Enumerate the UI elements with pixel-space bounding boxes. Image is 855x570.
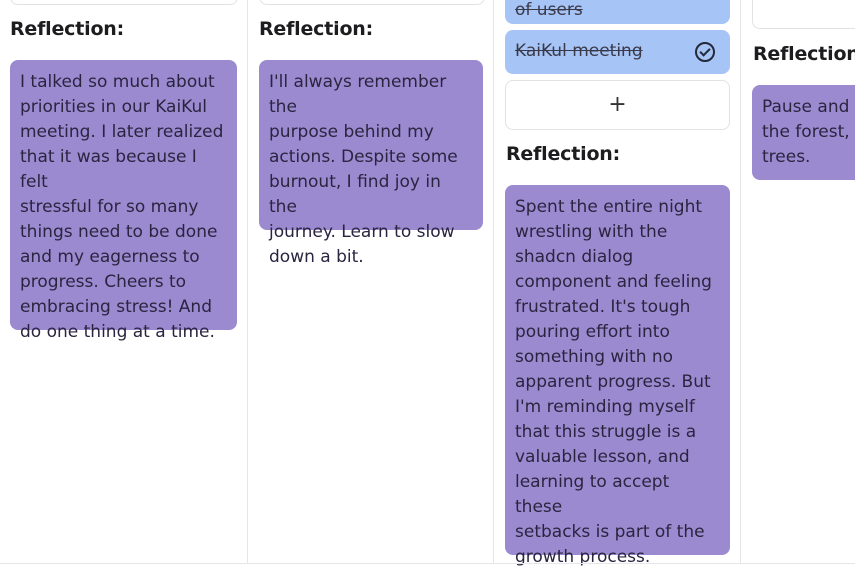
add-task-button[interactable]: + (505, 80, 730, 130)
reflection-heading: Reflection: (506, 143, 621, 165)
day-column-2: Reflection: I'll always remember the pur… (248, 0, 494, 564)
day-column-1: Reflection: I talked so much about prior… (0, 0, 248, 564)
reflection-heading: Reflection: (753, 43, 855, 65)
reflection-card[interactable]: Spent the entire night wrestling with th… (505, 185, 730, 567)
reflection-text: Pause and l the forest, r trees. (762, 97, 855, 167)
day-column-4: Reflection: Pause and l the forest, r tr… (741, 0, 855, 564)
task-card-completed[interactable]: KaiKul meeting (505, 30, 730, 74)
plus-icon: + (608, 92, 627, 117)
reflection-heading: Reflection: (10, 18, 125, 40)
day-column-3: of users KaiKul meeting + Reflection: Sp… (494, 0, 741, 567)
board-bottom-border (0, 563, 855, 564)
reflection-card[interactable]: I'll always remember the purpose behind … (259, 60, 483, 267)
reflection-text: I talked so much about priorities in our… (20, 72, 224, 342)
task-title: of users (515, 0, 583, 20)
reflection-card[interactable]: I talked so much about priorities in our… (10, 60, 237, 342)
task-card-stub[interactable] (752, 0, 855, 29)
check-circle-icon[interactable] (695, 42, 715, 62)
reflection-text: I'll always remember the purpose behind … (269, 72, 458, 267)
reflection-card[interactable]: Pause and l the forest, r trees. (752, 85, 855, 180)
task-card-completed[interactable]: of users (505, 0, 730, 24)
task-card-stub[interactable] (10, 0, 238, 5)
reflection-heading: Reflection: (259, 18, 374, 40)
task-card-stub[interactable] (259, 0, 485, 5)
reflection-text: Spent the entire night wrestling with th… (515, 197, 712, 567)
task-title: KaiKul meeting (515, 41, 643, 61)
